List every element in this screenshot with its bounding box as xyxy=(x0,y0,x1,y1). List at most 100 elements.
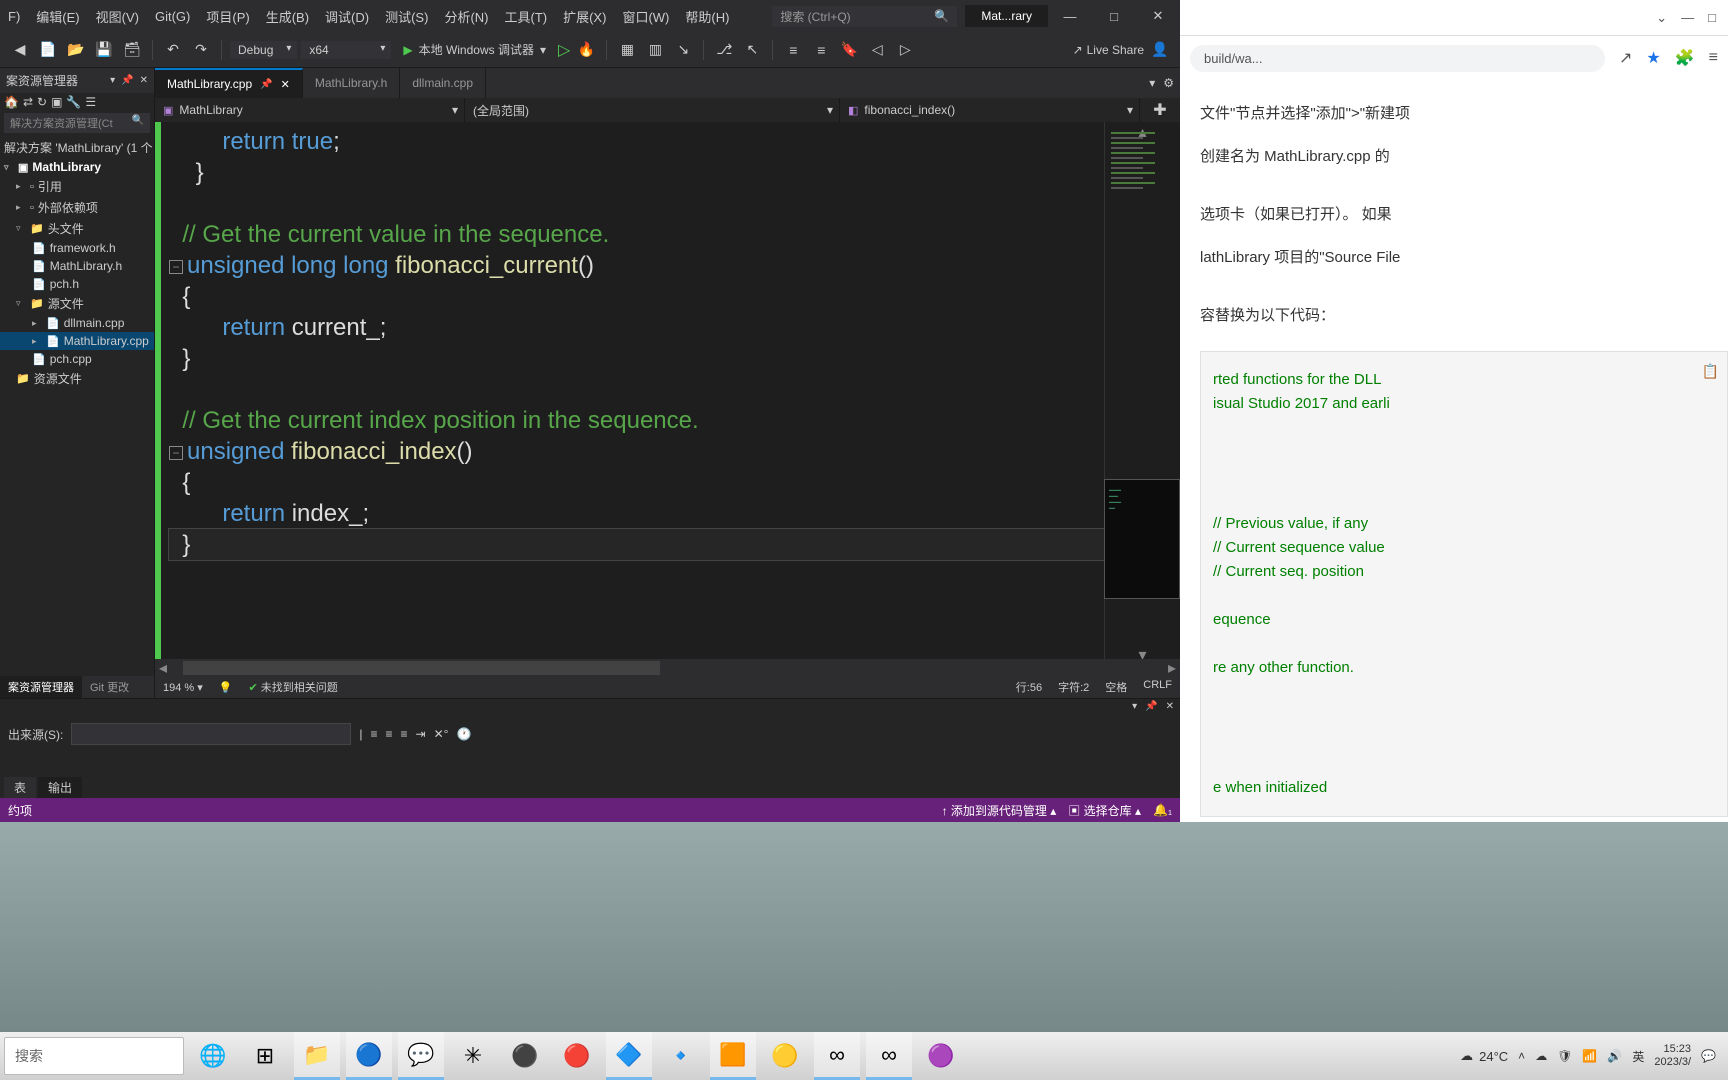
task-view-icon[interactable]: ⊞ xyxy=(242,1032,288,1080)
layout-icon[interactable]: ▥ xyxy=(643,38,667,62)
tab-scroll-icon[interactable]: ⌄ xyxy=(1656,10,1667,26)
minimap[interactable]: ▴ ━━━━━━━━━━━━━ ▾ xyxy=(1104,122,1180,659)
config-dropdown[interactable]: Debug xyxy=(230,41,297,59)
source-file[interactable]: 📄pch.cpp xyxy=(0,350,154,368)
clock[interactable]: 15:23 2023/3/ xyxy=(1654,1043,1691,1069)
menu-test[interactable]: 测试(S) xyxy=(377,7,436,26)
bookmark-prev-icon[interactable]: ◁ xyxy=(865,38,889,62)
file-explorer-icon[interactable]: 📁 xyxy=(294,1032,340,1080)
output-source-dropdown[interactable] xyxy=(71,723,351,745)
open-button[interactable]: 📂 xyxy=(64,38,88,62)
weather-widget[interactable]: ☁ 24°C xyxy=(1460,1048,1508,1064)
function-scope-dropdown[interactable]: ◧fibonacci_index() xyxy=(840,98,1140,122)
menu-analyze[interactable]: 分析(N) xyxy=(436,7,496,26)
header-file[interactable]: 📄framework.h xyxy=(0,239,154,257)
project-node[interactable]: ▿▣MathLibrary xyxy=(0,158,154,176)
solution-search-input[interactable]: 解决方案资源管理(Ct xyxy=(4,113,150,133)
close-icon[interactable]: ✕ xyxy=(281,78,290,91)
reading-list-icon[interactable]: ≡ xyxy=(1709,49,1718,67)
new-item-button[interactable]: 📄 xyxy=(36,38,60,62)
undo-button[interactable]: ↶ xyxy=(161,38,185,62)
share-icon[interactable]: ↗ xyxy=(1619,48,1632,68)
copy-icon[interactable]: 📋 xyxy=(1702,360,1719,382)
tab-dllmain-cpp[interactable]: dllmain.cpp xyxy=(400,68,486,98)
references-node[interactable]: ▸▫引用 xyxy=(0,176,154,197)
minimize-icon[interactable]: — xyxy=(1681,10,1694,25)
tab-mathlibrary-cpp[interactable]: MathLibrary.cpp 📌 ✕ xyxy=(155,68,303,98)
header-file[interactable]: 📄MathLibrary.h xyxy=(0,257,154,275)
toolbox-icon[interactable]: ▦ xyxy=(615,38,639,62)
save-button[interactable]: 💾 xyxy=(92,38,116,62)
menu-git[interactable]: Git(G) xyxy=(147,9,198,24)
indent-mode[interactable]: 空格 xyxy=(1105,679,1127,695)
start-debug-button[interactable]: ▶ 本地 Windows 调试器 ▾ xyxy=(395,39,554,60)
line-ending[interactable]: CRLF xyxy=(1143,679,1172,695)
volume-icon[interactable]: 🔊 xyxy=(1607,1049,1622,1063)
menu-search-input[interactable]: 搜索 (Ctrl+Q) 🔍 xyxy=(772,6,957,27)
minimap-viewport[interactable]: ━━━━━━━━━━━━━ xyxy=(1104,479,1180,599)
close-icon[interactable]: ✕ xyxy=(1166,701,1174,717)
solution-node[interactable]: 解决方案 'MathLibrary' (1 个 xyxy=(0,137,154,158)
potplayer-icon[interactable]: 🟡 xyxy=(762,1032,808,1080)
step-icon[interactable]: ↘ xyxy=(671,38,695,62)
maximize-button[interactable]: □ xyxy=(1092,0,1136,32)
sources-folder[interactable]: ▿📁源文件 xyxy=(0,293,154,314)
source-file[interactable]: ▸📄dllmain.cpp xyxy=(0,314,154,332)
scrollbar-thumb[interactable] xyxy=(183,661,660,675)
vscode-icon[interactable]: 🔹 xyxy=(658,1032,704,1080)
app-icon[interactable]: 🟣 xyxy=(918,1032,964,1080)
issues-status[interactable]: 未找到相关问题 xyxy=(261,682,338,694)
security-icon[interactable]: 🛡 xyxy=(1557,1049,1572,1063)
code-content[interactable]: return true; } // Get the current value … xyxy=(161,122,1104,659)
minimize-button[interactable]: — xyxy=(1048,0,1092,32)
menu-edit[interactable]: 编辑(E) xyxy=(28,7,87,26)
back-button[interactable]: ◀ xyxy=(8,38,32,62)
dropdown-icon[interactable]: ▾ xyxy=(110,75,115,86)
taskbar-search-input[interactable]: 搜索 xyxy=(4,1037,184,1075)
onedrive-icon[interactable]: ☁ xyxy=(1535,1049,1547,1063)
word-wrap-icon[interactable]: ≡ xyxy=(401,727,408,741)
menu-tools[interactable]: 工具(T) xyxy=(496,7,555,26)
visual-studio-icon[interactable]: ∞ xyxy=(866,1032,912,1080)
bookmark-star-icon[interactable]: ★ xyxy=(1646,48,1660,68)
wifi-icon[interactable]: 📶 xyxy=(1582,1049,1597,1063)
feedback-icon[interactable]: 👤 xyxy=(1148,38,1172,62)
intellij-icon[interactable]: 🟧 xyxy=(710,1032,756,1080)
tray-chevron-icon[interactable]: ˄ xyxy=(1518,1049,1525,1063)
toggle-icon[interactable]: ≡ xyxy=(385,727,392,741)
close-icon[interactable]: ✕ xyxy=(140,75,148,86)
light-bulb-icon[interactable]: 💡 xyxy=(219,681,233,694)
comment-icon[interactable]: ⎇ xyxy=(712,38,736,62)
extensions-icon[interactable]: 🧩 xyxy=(1675,48,1695,68)
home-icon[interactable]: 🏠 xyxy=(4,95,19,109)
obs-icon[interactable]: ⚫ xyxy=(502,1032,548,1080)
goto-icon[interactable]: ✕° xyxy=(434,727,449,741)
source-file-active[interactable]: ▸📄MathLibrary.cpp xyxy=(0,332,154,350)
url-field[interactable]: build/wa... xyxy=(1190,45,1605,72)
resources-folder[interactable]: 📁资源文件 xyxy=(0,368,154,389)
indent-icon[interactable]: ⇥ xyxy=(416,727,426,741)
hot-reload-icon[interactable]: 🔥 xyxy=(574,38,598,62)
chrome-icon[interactable]: 🔵 xyxy=(346,1032,392,1080)
output-tab[interactable]: 输出 xyxy=(38,777,82,798)
ime-indicator[interactable]: 英 xyxy=(1632,1048,1644,1065)
menu-window[interactable]: 窗口(W) xyxy=(614,7,677,26)
netease-icon[interactable]: 🔴 xyxy=(554,1032,600,1080)
sync-icon[interactable]: ⇄ xyxy=(23,95,33,109)
cursor-icon[interactable]: ↖ xyxy=(740,38,764,62)
collapse-icon[interactable]: ▣ xyxy=(51,95,62,109)
pin-icon[interactable]: 📌 xyxy=(121,75,133,86)
start-without-debug-button[interactable]: ▷ xyxy=(558,40,570,60)
project-scope-dropdown[interactable]: ▣MathLibrary xyxy=(155,98,465,122)
headers-folder[interactable]: ▿📁头文件 xyxy=(0,218,154,239)
dropdown-icon[interactable]: ▾ xyxy=(1132,701,1137,717)
git-changes-tab[interactable]: Git 更改 xyxy=(82,676,137,698)
live-share-button[interactable]: Live Share xyxy=(1073,43,1144,57)
sln-tab[interactable]: 案资源管理器 xyxy=(0,676,82,698)
show-all-icon[interactable]: ☰ xyxy=(85,95,96,109)
properties-icon[interactable]: 🔧 xyxy=(66,95,81,109)
char-indicator[interactable]: 字符:2 xyxy=(1058,679,1089,695)
gear-icon[interactable]: ⚙ xyxy=(1163,76,1174,90)
word-icon[interactable]: 🔷 xyxy=(606,1032,652,1080)
notifications-icon[interactable]: 🔔₁ xyxy=(1153,803,1172,817)
